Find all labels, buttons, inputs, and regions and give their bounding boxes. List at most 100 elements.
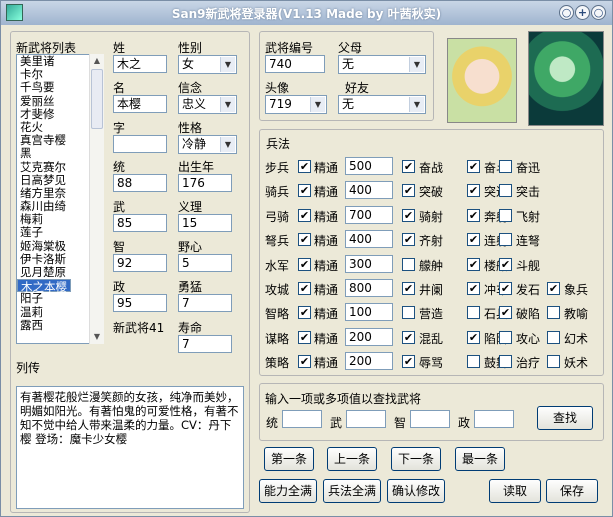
skill-checkbox[interactable]: ✔ bbox=[547, 282, 560, 295]
character-select[interactable]: 冷静 ▼ bbox=[178, 135, 237, 154]
last-record-button[interactable]: 最一条 bbox=[455, 447, 505, 471]
skill-category-label: 攻城 bbox=[265, 283, 290, 297]
skill-category-checkbox[interactable]: ✔ bbox=[298, 160, 311, 173]
first-record-button[interactable]: 第一条 bbox=[264, 447, 314, 471]
chevron-down-icon[interactable]: ▼ bbox=[220, 97, 235, 112]
lead-input[interactable]: 88 bbox=[113, 174, 167, 192]
skill-checkbox[interactable]: ✔ bbox=[402, 355, 415, 369]
skill-checkbox[interactable]: ✔ bbox=[402, 330, 415, 344]
skill-checkbox[interactable] bbox=[499, 208, 512, 222]
face-select[interactable]: 719 ▼ bbox=[265, 95, 327, 114]
skill-checkbox[interactable]: ✔ bbox=[499, 257, 512, 271]
chevron-down-icon[interactable]: ▼ bbox=[220, 57, 235, 72]
prev-record-button[interactable]: 上一条 bbox=[327, 447, 377, 471]
skill-category-checkbox[interactable]: ✔ bbox=[298, 208, 311, 222]
skill-checkbox[interactable]: ✔ bbox=[467, 233, 480, 247]
skill-value-input[interactable]: 400 bbox=[345, 230, 393, 249]
save-button[interactable]: 保存 bbox=[546, 479, 598, 503]
skill-checkbox[interactable] bbox=[547, 306, 560, 320]
skill-value-input[interactable]: 700 bbox=[345, 205, 393, 224]
justice-input[interactable]: 15 bbox=[178, 214, 232, 232]
belief-select[interactable]: 忠义 ▼ bbox=[178, 95, 237, 114]
war-input[interactable]: 85 bbox=[113, 214, 167, 232]
scroll-thumb[interactable] bbox=[91, 69, 103, 129]
gender-select[interactable]: 女 ▼ bbox=[178, 55, 237, 74]
chevron-down-icon[interactable]: ▼ bbox=[220, 137, 235, 152]
style-input[interactable] bbox=[113, 135, 167, 153]
skill-checkbox[interactable]: ✔ bbox=[467, 160, 480, 173]
surname-input[interactable]: 木之 bbox=[113, 55, 167, 73]
search-intel-input[interactable] bbox=[410, 410, 450, 428]
skill-label: 教喻 bbox=[564, 307, 589, 322]
skill-checkbox[interactable]: ✔ bbox=[402, 233, 415, 247]
skill-checkbox[interactable] bbox=[499, 330, 512, 344]
skill-checkbox[interactable]: ✔ bbox=[402, 160, 415, 173]
list-item[interactable]: 木之本樱 bbox=[17, 279, 71, 294]
max-stats-button[interactable]: 能力全满 bbox=[259, 479, 317, 503]
brave-input[interactable]: 7 bbox=[178, 294, 232, 312]
read-button[interactable]: 读取 bbox=[489, 479, 541, 503]
chevron-down-icon[interactable]: ▼ bbox=[310, 97, 325, 112]
skill-category-checkbox[interactable]: ✔ bbox=[298, 282, 311, 295]
search-war-input[interactable] bbox=[346, 410, 386, 428]
parent-select[interactable]: 无 ▼ bbox=[338, 55, 426, 74]
skill-checkbox[interactable]: ✔ bbox=[467, 282, 480, 295]
friend-select[interactable]: 无 ▼ bbox=[338, 95, 426, 114]
skill-checkbox[interactable] bbox=[467, 355, 480, 369]
skill-checkbox[interactable]: ✔ bbox=[402, 282, 415, 295]
skill-checkbox[interactable] bbox=[402, 306, 415, 320]
skill-checkbox[interactable]: ✔ bbox=[467, 330, 480, 344]
maximize-button[interactable]: + bbox=[575, 5, 590, 20]
skill-value-input[interactable]: 800 bbox=[345, 279, 393, 297]
skill-value-input[interactable]: 200 bbox=[345, 327, 393, 346]
minimize-button[interactable]: ○ bbox=[559, 5, 574, 20]
lead-label: 统 bbox=[113, 160, 126, 174]
skill-checkbox[interactable] bbox=[499, 355, 512, 369]
search-lead-input[interactable] bbox=[282, 410, 322, 428]
skill-category-checkbox[interactable]: ✔ bbox=[298, 184, 311, 198]
skill-value-input[interactable]: 300 bbox=[345, 254, 393, 273]
skill-checkbox[interactable] bbox=[402, 257, 415, 271]
confirm-edit-button[interactable]: 确认修改 bbox=[387, 479, 445, 503]
skill-checkbox[interactable]: ✔ bbox=[467, 257, 480, 271]
skill-checkbox[interactable]: ✔ bbox=[467, 184, 480, 198]
skill-category-checkbox[interactable]: ✔ bbox=[298, 306, 311, 320]
skill-category-checkbox[interactable]: ✔ bbox=[298, 257, 311, 271]
skill-category-checkbox[interactable]: ✔ bbox=[298, 330, 311, 344]
skill-category-checkbox[interactable]: ✔ bbox=[298, 233, 311, 247]
politics-input[interactable]: 95 bbox=[113, 294, 167, 312]
chevron-down-icon[interactable]: ▼ bbox=[409, 97, 424, 112]
skill-value-input[interactable]: 200 bbox=[345, 352, 393, 371]
lifespan-input[interactable]: 7 bbox=[178, 335, 232, 353]
skill-checkbox[interactable]: ✔ bbox=[467, 208, 480, 222]
skill-checkbox[interactable] bbox=[547, 330, 560, 344]
skill-value-input[interactable]: 500 bbox=[345, 157, 393, 175]
skill-checkbox[interactable] bbox=[499, 184, 512, 198]
skill-checkbox[interactable] bbox=[499, 233, 512, 247]
scroll-up-icon[interactable]: ▲ bbox=[90, 54, 104, 68]
scroll-down-icon[interactable]: ▼ bbox=[90, 330, 104, 344]
chevron-down-icon[interactable]: ▼ bbox=[409, 57, 424, 72]
skill-checkbox[interactable] bbox=[499, 160, 512, 173]
close-button[interactable]: ○ bbox=[591, 5, 606, 20]
skill-checkbox[interactable]: ✔ bbox=[499, 282, 512, 295]
birth-input[interactable]: 176 bbox=[178, 174, 232, 192]
skill-checkbox[interactable] bbox=[467, 306, 480, 320]
skill-category-checkbox[interactable]: ✔ bbox=[298, 355, 311, 369]
search-button[interactable]: 查找 bbox=[537, 406, 593, 430]
skill-checkbox[interactable]: ✔ bbox=[499, 306, 512, 320]
id-input[interactable]: 740 bbox=[265, 55, 325, 73]
skill-checkbox[interactable]: ✔ bbox=[402, 184, 415, 198]
list-scrollbar[interactable]: ▲ ▼ bbox=[89, 54, 104, 344]
name-input[interactable]: 本樱 bbox=[113, 95, 167, 113]
intel-input[interactable]: 92 bbox=[113, 254, 167, 272]
max-skills-button[interactable]: 兵法全满 bbox=[323, 479, 381, 503]
skill-checkbox[interactable] bbox=[547, 355, 560, 369]
ambition-input[interactable]: 5 bbox=[178, 254, 232, 272]
skill-value-input[interactable]: 400 bbox=[345, 181, 393, 200]
bio-textarea[interactable]: 有著樱花般烂漫笑颜的女孩，纯净而美妙，明媚如阳光。有著怕鬼的可爱性格，有著不知不… bbox=[16, 386, 244, 509]
skill-checkbox[interactable]: ✔ bbox=[402, 208, 415, 222]
search-politics-input[interactable] bbox=[474, 410, 514, 428]
skill-value-input[interactable]: 100 bbox=[345, 303, 393, 322]
next-record-button[interactable]: 下一条 bbox=[391, 447, 441, 471]
